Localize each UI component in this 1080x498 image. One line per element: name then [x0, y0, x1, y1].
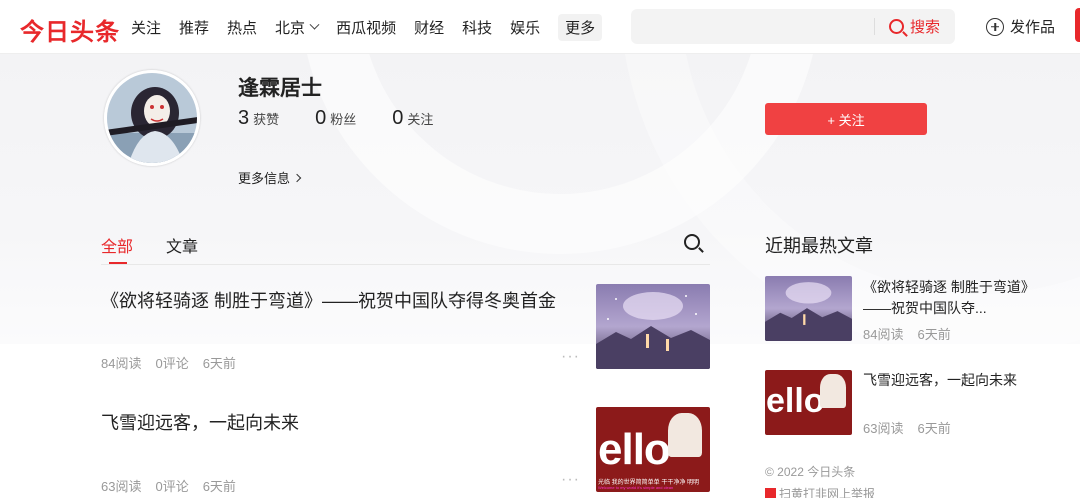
channel-nav: 关注 推荐 热点 北京 西瓜视频 财经 科技 娱乐 更多 [131, 0, 620, 54]
plus-circle-icon [986, 17, 1004, 36]
chevron-down-icon [309, 19, 320, 30]
sidebar-thumbnail[interactable]: ello [765, 370, 852, 435]
nav-item-follow[interactable]: 关注 [131, 17, 161, 38]
article-item: 《欲将轻骑逐 制胜于弯道》——祝贺中国队夺得冬奥首金 84阅读 0评论 6天前 … [101, 284, 710, 374]
follow-button[interactable]: + 关注 [765, 103, 927, 135]
publish-button[interactable]: 发作品 [986, 16, 1055, 37]
sidebar-title: 近期最热文章 [765, 236, 873, 256]
sidebar-time: 6天前 [917, 421, 951, 436]
login-button-edge[interactable] [1075, 8, 1080, 42]
avatar[interactable] [104, 70, 200, 166]
search-box: 搜索 [631, 9, 955, 44]
toutiao-logo[interactable]: 今日头条 [20, 12, 120, 47]
hello-image-word: ello [766, 382, 825, 420]
nav-item-recommend[interactable]: 推荐 [179, 17, 209, 38]
article-time: 6天前 [202, 356, 236, 371]
stat-likes-label: 获赞 [253, 112, 280, 127]
stat-likes: 3 获赞 [238, 107, 279, 130]
nav-item-entertainment[interactable]: 娱乐 [510, 17, 540, 38]
stat-fans[interactable]: 0 粉丝 [315, 107, 356, 130]
report-label: 扫黄打非网上举报 [779, 487, 876, 498]
search-input[interactable] [641, 16, 861, 36]
tab-articles[interactable]: 文章 [166, 233, 198, 257]
tab-all[interactable]: 全部 [101, 233, 133, 257]
winter-olympics-image [765, 276, 852, 341]
nav-item-tech[interactable]: 科技 [462, 17, 492, 38]
article-title[interactable]: 飞雪迎远客，一起向未来 [101, 409, 299, 435]
more-options-icon[interactable]: ··· [561, 348, 580, 366]
sidebar-article-title[interactable]: 《欲将轻骑逐 制胜于弯道》——祝贺中国队夺... [863, 277, 1033, 319]
hello-image: ello [765, 370, 852, 435]
stat-following-count: 0 [392, 107, 404, 129]
article-meta: 84阅读 0评论 6天前 [101, 353, 250, 372]
more-info-link[interactable]: 更多信息 [238, 168, 302, 187]
sidebar-time: 6天前 [917, 327, 951, 342]
nav-more-button[interactable]: 更多 [558, 13, 603, 41]
tabs-divider [101, 264, 710, 265]
top-navigation-bar: 今日头条 关注 推荐 热点 北京 西瓜视频 财经 科技 娱乐 更多 搜索 发作品 [0, 0, 1080, 54]
sidebar-read-count: 84阅读 [863, 327, 904, 342]
chevron-right-icon [292, 173, 302, 182]
stat-likes-count: 3 [238, 107, 250, 129]
profile-stats: 3 获赞 0 粉丝 0 关注 [238, 107, 469, 130]
article-title[interactable]: 《欲将轻骑逐 制胜于弯道》——祝贺中国队夺得冬奥首金 [101, 287, 556, 313]
more-options-icon[interactable]: ··· [561, 471, 580, 489]
search-button[interactable]: 搜索 [889, 16, 940, 37]
nav-item-xigua-video[interactable]: 西瓜视频 [336, 17, 396, 38]
article-comment-count: 0评论 [155, 356, 189, 371]
search-divider [874, 18, 875, 35]
nav-item-finance[interactable]: 财经 [414, 17, 444, 38]
article-read-count: 63阅读 [101, 479, 142, 494]
stat-following[interactable]: 0 关注 [392, 107, 433, 130]
nav-item-beijing-label: 北京 [275, 19, 306, 37]
profile-name: 逢霖居士 [238, 77, 322, 100]
search-icon[interactable] [684, 234, 700, 250]
article-time: 6天前 [202, 479, 236, 494]
article-meta: 63阅读 0评论 6天前 [101, 476, 250, 495]
article-item: 飞雪迎远客，一起向未来 63阅读 0评论 6天前 ··· [101, 406, 710, 496]
search-button-label: 搜索 [910, 19, 941, 36]
article-read-count: 84阅读 [101, 356, 142, 371]
sidebar-article-meta: 84阅读 6天前 [863, 324, 965, 343]
stat-following-label: 关注 [407, 112, 434, 127]
search-icon [889, 19, 904, 34]
more-info-label: 更多信息 [238, 171, 291, 186]
report-link[interactable]: 扫黄打非网上举报 [765, 485, 875, 498]
hello-image-figure [820, 374, 846, 408]
copyright-text: © 2022 今日头条 [765, 465, 856, 479]
article-comment-count: 0评论 [155, 479, 189, 494]
stat-fans-label: 粉丝 [330, 112, 357, 127]
stat-fans-count: 0 [315, 107, 327, 129]
report-icon [765, 488, 776, 498]
sidebar-thumbnail[interactable] [765, 276, 852, 341]
sidebar-read-count: 63阅读 [863, 421, 904, 436]
publish-label: 发作品 [1010, 19, 1056, 36]
sidebar-article-title[interactable]: 飞雪迎远客，一起向未来 [863, 370, 1033, 391]
nav-item-hot[interactable]: 热点 [227, 17, 257, 38]
sidebar-article-meta: 63阅读 6天前 [863, 418, 965, 437]
nav-item-beijing[interactable]: 北京 [275, 17, 320, 38]
